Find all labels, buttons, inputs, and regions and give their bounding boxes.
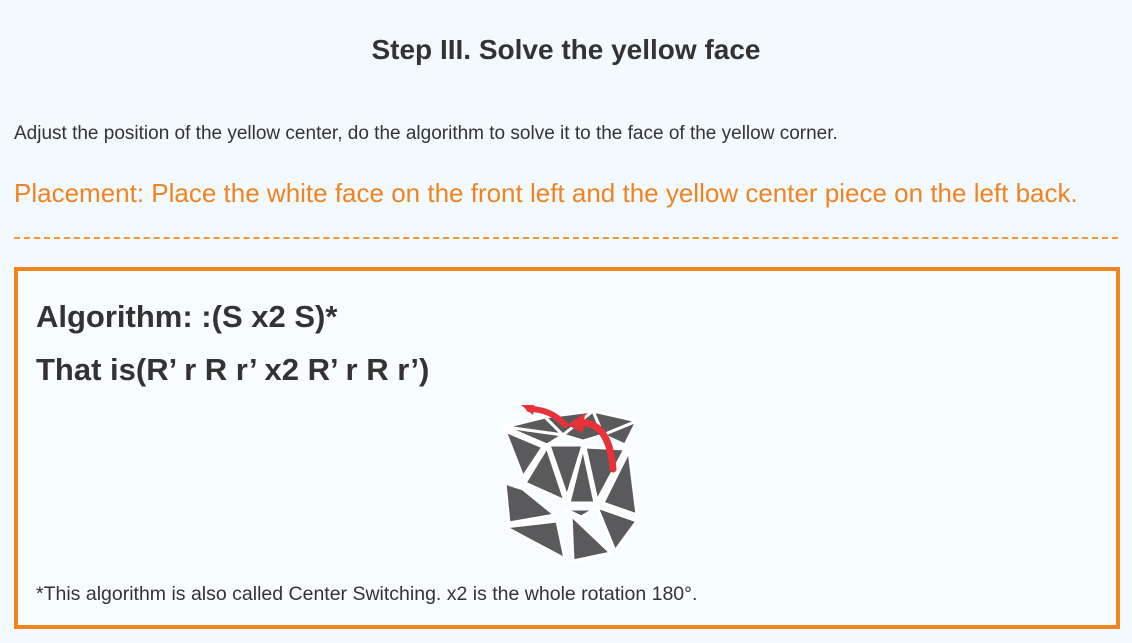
cube-left-piece xyxy=(503,519,567,561)
algorithm-box: Algorithm: :(S x2 S)* That is(R’ r R r’ … xyxy=(14,267,1120,629)
cube-front-corner xyxy=(563,507,597,519)
algorithm-footnote: *This algorithm is also called Center Sw… xyxy=(36,583,698,605)
intro-text: Adjust the position of the yellow center… xyxy=(14,123,838,144)
skewb-cube-icon xyxy=(503,405,639,563)
step-title: Step III. Solve the yellow face xyxy=(371,34,761,65)
placement-instruction: Placement: Place the white face on the f… xyxy=(14,178,1078,208)
algorithm-expanded: That is(R’ r R r’ x2 R’ r R r’) xyxy=(36,352,430,387)
dashed-divider xyxy=(14,237,1118,239)
algorithm-notation: Algorithm: :(S x2 S)* xyxy=(36,299,338,334)
